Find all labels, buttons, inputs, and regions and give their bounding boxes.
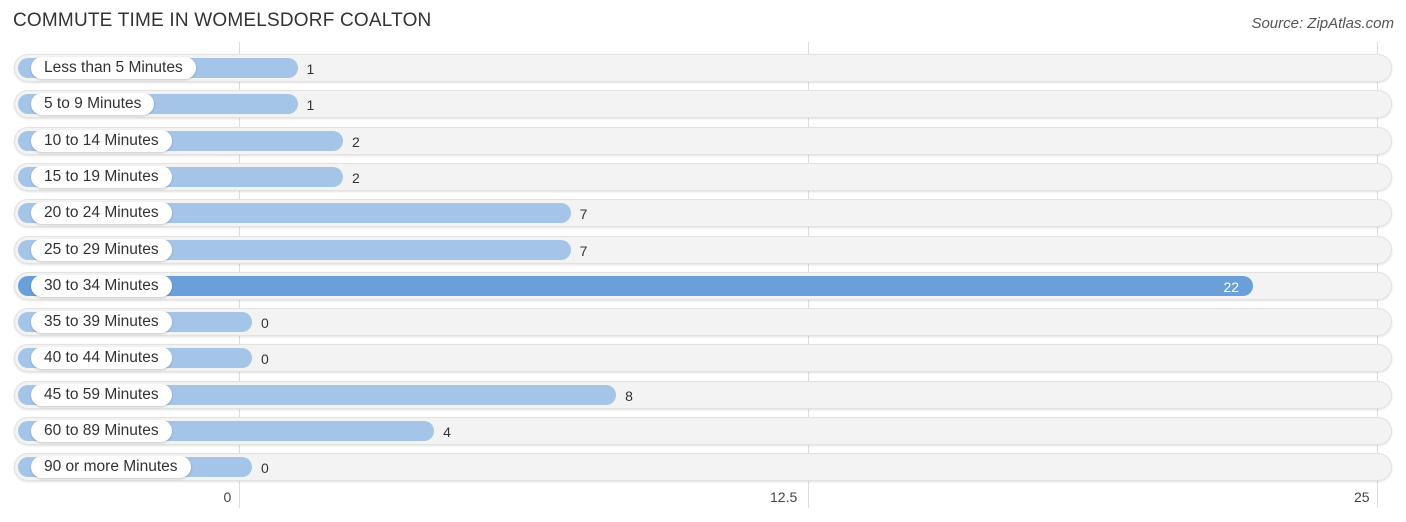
bar-chart: Less than 5 Minutes 1 5 to 9 Minutes 1 10 to…	[0, 0, 1406, 522]
category-label: 60 to 89 Minutes	[31, 420, 172, 442]
value-label: 2	[352, 169, 360, 186]
category-label: 5 to 9 Minutes	[31, 93, 155, 116]
category-label: 25 to 29 Minutes	[31, 238, 172, 261]
value-label: 0	[261, 351, 269, 368]
value-label: 4	[443, 424, 451, 440]
category-label: 15 to 19 Minutes	[31, 165, 172, 188]
category-label: 40 to 44 Minutes	[31, 347, 172, 370]
value-label: 7	[579, 206, 588, 223]
value-label: 1	[306, 97, 315, 114]
x-tick-label: 0	[223, 489, 232, 505]
value-label: 0	[261, 315, 269, 332]
category-label: 10 to 14 Minutes	[31, 129, 172, 152]
category-label: 35 to 39 Minutes	[31, 311, 172, 334]
x-tick-label: 12.5	[770, 489, 798, 505]
category-label: 45 to 59 Minutes	[31, 383, 172, 406]
bar[interactable]	[18, 275, 1254, 296]
category-label: 90 or more Minutes	[31, 456, 191, 479]
x-tick-label: 25	[1354, 489, 1370, 505]
category-label: 30 to 34 Minutes	[31, 274, 172, 297]
value-label: 0	[261, 460, 269, 477]
value-label: 8	[625, 387, 633, 404]
category-label: 20 to 24 Minutes	[31, 202, 172, 225]
value-label: 7	[579, 242, 588, 259]
value-label: 22	[1223, 278, 1240, 295]
category-label: Less than 5 Minutes	[31, 57, 196, 79]
value-label: 2	[352, 133, 360, 150]
value-label: 1	[306, 61, 315, 77]
